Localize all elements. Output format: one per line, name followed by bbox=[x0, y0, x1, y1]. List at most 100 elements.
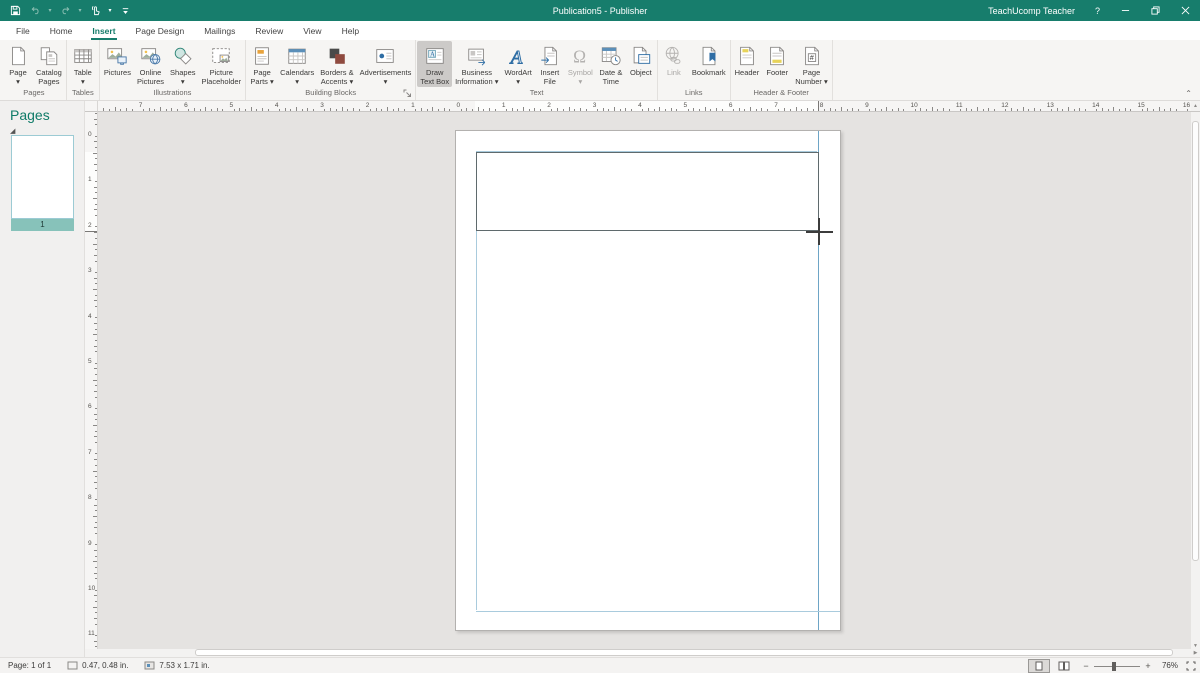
help-button[interactable]: ? bbox=[1085, 0, 1110, 21]
page-button[interactable]: Page▾ bbox=[3, 41, 33, 87]
save-button[interactable] bbox=[6, 2, 24, 19]
insert-file-button[interactable]: InsertFile bbox=[535, 41, 565, 87]
table-button[interactable]: Table▾ bbox=[68, 41, 98, 87]
picture-placeholder-button[interactable]: PicturePlaceholder bbox=[198, 41, 244, 87]
page-thumbnail-number[interactable]: 1 bbox=[11, 219, 74, 231]
page-number-button[interactable]: # PageNumber ▾ bbox=[792, 41, 831, 87]
group-header-footer: Header Footer # PageNumber ▾ Header & Fo… bbox=[731, 40, 833, 100]
zoom-in-button[interactable]: + bbox=[1140, 661, 1156, 671]
horizontal-ruler[interactable]: 7654321012345678910111213141516 bbox=[98, 101, 1191, 112]
vertical-scrollbar-thumb[interactable] bbox=[1192, 121, 1199, 561]
date-time-button[interactable]: Date &Time bbox=[596, 41, 626, 87]
quick-access-toolbar: ▾ ▾ ▾ bbox=[0, 2, 134, 19]
page-parts-icon bbox=[250, 44, 274, 68]
group-illustrations: Pictures OnlinePictures Shapes▾ PictureP… bbox=[100, 40, 246, 100]
header-icon bbox=[735, 44, 759, 68]
ruler-corner bbox=[85, 101, 98, 112]
tab-help[interactable]: Help bbox=[332, 23, 369, 40]
shapes-button[interactable]: Shapes▾ bbox=[167, 41, 198, 87]
online-pictures-button[interactable]: OnlinePictures bbox=[134, 41, 167, 87]
building-blocks-dialog-launcher-icon[interactable] bbox=[403, 89, 413, 99]
svg-text:Ω: Ω bbox=[573, 46, 586, 66]
touch-mode-button[interactable] bbox=[86, 2, 104, 19]
publication-page[interactable] bbox=[455, 130, 841, 631]
collapse-ribbon-icon[interactable]: ⌃ bbox=[1185, 89, 1192, 98]
tab-file[interactable]: File bbox=[6, 23, 40, 40]
page-parts-button[interactable]: PageParts ▾ bbox=[247, 41, 277, 87]
title-bar: ▾▾▾ Publication5 - Publisher TeachUcomp … bbox=[0, 0, 1200, 21]
redo-button[interactable] bbox=[56, 2, 74, 19]
touch-mode-icon bbox=[90, 5, 101, 16]
wordart-icon: A bbox=[506, 44, 530, 68]
customize-qat-icon bbox=[120, 5, 131, 16]
footer-icon bbox=[765, 44, 789, 68]
zoom-level[interactable]: 76% bbox=[1156, 661, 1182, 670]
save-icon bbox=[10, 5, 21, 16]
touch-mode-dropdown[interactable]: ▾ bbox=[106, 2, 114, 19]
group-pages: Page▾ CatalogPages Pages bbox=[2, 40, 67, 100]
object-size-value[interactable]: 7.53 x 1.71 in. bbox=[159, 661, 209, 670]
link-button: Link bbox=[659, 41, 689, 87]
zoom-out-button[interactable]: − bbox=[1078, 661, 1094, 671]
page-indicator[interactable]: Page: 1 of 1 bbox=[0, 658, 59, 673]
catalog-pages-button[interactable]: CatalogPages bbox=[33, 41, 65, 87]
group-links: Link Bookmark Links bbox=[658, 40, 731, 100]
zoom-slider-thumb[interactable] bbox=[1112, 662, 1116, 671]
tab-view[interactable]: View bbox=[293, 23, 331, 40]
borders-accents-icon bbox=[325, 44, 349, 68]
publisher-window: ▾▾▾ Publication5 - Publisher TeachUcomp … bbox=[0, 0, 1200, 673]
header-button[interactable]: Header bbox=[732, 41, 763, 87]
customize-qat-button[interactable] bbox=[116, 2, 134, 19]
business-information-icon bbox=[465, 44, 489, 68]
undo-dropdown[interactable]: ▾ bbox=[46, 2, 54, 19]
publication-canvas[interactable] bbox=[98, 112, 1191, 649]
text-box-being-drawn[interactable] bbox=[476, 152, 819, 231]
horizontal-scrollbar-thumb[interactable] bbox=[195, 649, 1173, 656]
page-icon bbox=[6, 44, 30, 68]
footer-button[interactable]: Footer bbox=[762, 41, 792, 87]
redo-icon bbox=[60, 5, 71, 16]
redo-dropdown[interactable]: ▾ bbox=[76, 2, 84, 19]
scroll-up-arrow[interactable]: ▲ bbox=[1191, 101, 1200, 112]
wordart-button[interactable]: A WordArt▾ bbox=[501, 41, 534, 87]
object-button[interactable]: Object bbox=[626, 41, 656, 87]
symbol-button: Ω Symbol▾ bbox=[565, 41, 596, 87]
tab-mailings[interactable]: Mailings bbox=[194, 23, 245, 40]
picture-placeholder-icon bbox=[209, 44, 233, 68]
advertisements-button[interactable]: Advertisements▾ bbox=[357, 41, 415, 87]
horizontal-scrollbar[interactable]: ▶ bbox=[85, 649, 1200, 657]
undo-button[interactable] bbox=[26, 2, 44, 19]
vertical-ruler[interactable]: 01234567891011 bbox=[85, 112, 98, 649]
zoom-slider[interactable] bbox=[1094, 659, 1140, 673]
restore-button[interactable] bbox=[1140, 0, 1170, 21]
borders-accents-button[interactable]: Borders &Accents ▾ bbox=[317, 41, 356, 87]
tab-home[interactable]: Home bbox=[40, 23, 83, 40]
object-position-value[interactable]: 0.47, 0.48 in. bbox=[82, 661, 128, 670]
vertical-scrollbar[interactable]: ▼ bbox=[1191, 112, 1200, 649]
link-icon bbox=[662, 44, 686, 68]
draw-text-box-button[interactable]: A DrawText Box bbox=[417, 41, 452, 87]
catalog-pages-icon bbox=[37, 44, 61, 68]
scroll-right-arrow[interactable]: ▶ bbox=[1191, 649, 1200, 657]
tab-insert[interactable]: Insert bbox=[82, 23, 125, 40]
business-information-button[interactable]: BusinessInformation ▾ bbox=[452, 41, 501, 87]
minimize-button[interactable] bbox=[1110, 0, 1140, 21]
symbol-icon: Ω bbox=[568, 44, 592, 68]
tab-review[interactable]: Review bbox=[245, 23, 293, 40]
page-thumbnail[interactable] bbox=[11, 135, 74, 219]
pictures-button[interactable]: Pictures bbox=[101, 41, 134, 87]
close-button[interactable] bbox=[1170, 0, 1200, 21]
pages-panel-collapse-icon[interactable]: ◢ bbox=[10, 127, 15, 135]
tab-page-design[interactable]: Page Design bbox=[126, 23, 195, 40]
ribbon: Page▾ CatalogPages Pages Table▾ Tables P… bbox=[0, 40, 1200, 101]
crosshair-cursor bbox=[818, 218, 820, 245]
signed-in-user[interactable]: TeachUcomp Teacher bbox=[978, 0, 1085, 21]
two-page-view-button[interactable] bbox=[1053, 659, 1075, 673]
fit-page-button[interactable] bbox=[1182, 659, 1200, 673]
page-number-icon: # bbox=[800, 44, 824, 68]
single-page-view-button[interactable] bbox=[1028, 659, 1050, 673]
group-text: A DrawText Box BusinessInformation ▾ A W… bbox=[416, 40, 658, 100]
calendars-button[interactable]: Calendars▾ bbox=[277, 41, 317, 87]
crosshair-cursor bbox=[806, 231, 833, 233]
bookmark-button[interactable]: Bookmark bbox=[689, 41, 729, 87]
